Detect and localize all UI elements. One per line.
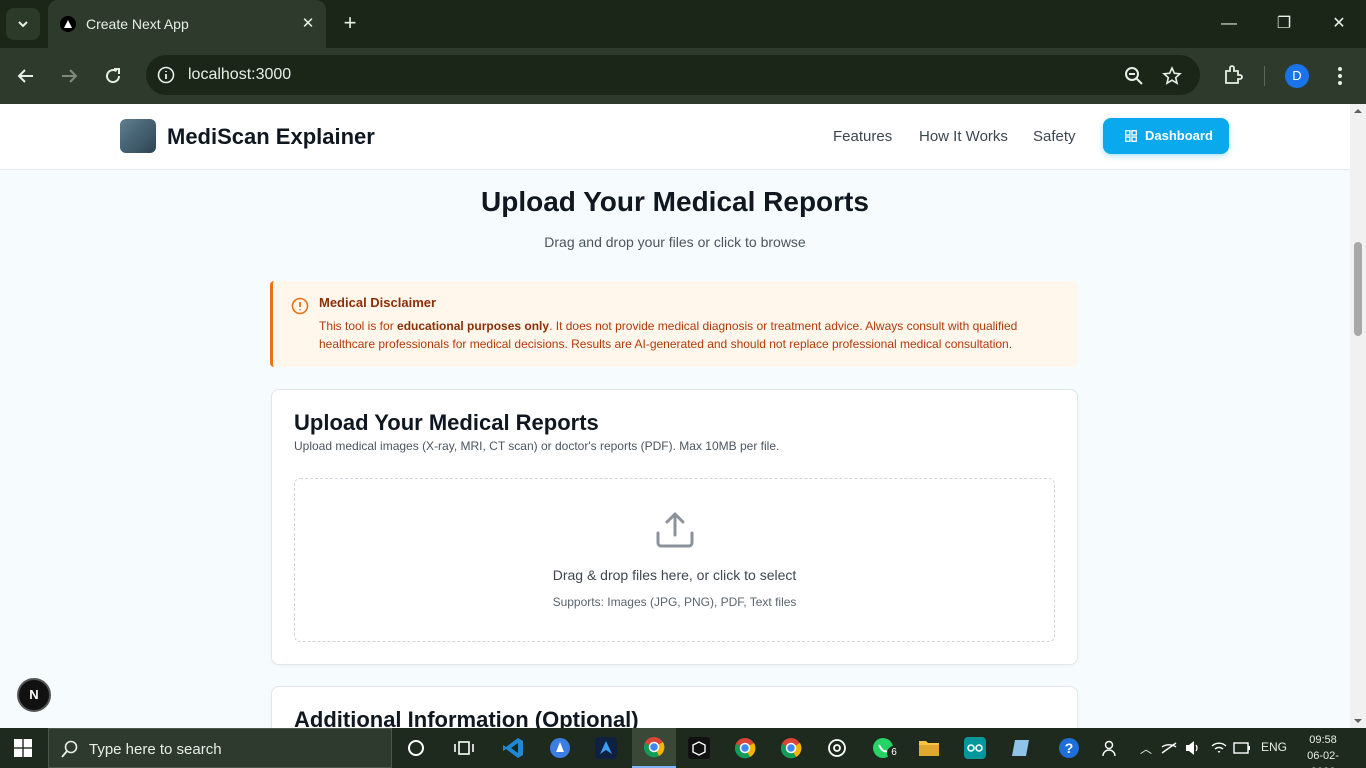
page-scrollbar[interactable]: [1350, 104, 1366, 728]
arrow-right-icon: [62, 69, 78, 83]
cortana-icon[interactable]: [402, 734, 430, 762]
notebook-app-icon[interactable]: [1007, 734, 1035, 762]
page-title: Upload Your Medical Reports: [481, 186, 869, 217]
reload-button[interactable]: [99, 62, 127, 90]
page-viewport: MediScan Explainer Features How It Works…: [0, 104, 1366, 728]
clock-time: 09:58: [1309, 734, 1337, 746]
site-header: MediScan Explainer Features How It Works…: [0, 104, 1350, 170]
chevron-down-icon: [18, 21, 28, 28]
disclaimer-text: This tool is for educational purposes on…: [319, 317, 1064, 353]
whatsapp-icon[interactable]: 6: [869, 734, 901, 762]
nav-link-features[interactable]: Features: [833, 128, 892, 145]
taskbar-clock[interactable]: 09:58 06-02-2026: [1296, 732, 1350, 768]
browser-toolbar: localhost:3000 D: [0, 48, 1366, 104]
close-tab-icon[interactable]: ✕: [298, 14, 318, 34]
vscode-icon[interactable]: [499, 734, 527, 762]
dropzone-main-text: Drag & drop files here, or click to sele…: [552, 567, 797, 583]
extensions-icon[interactable]: [1221, 63, 1245, 87]
url-text[interactable]: localhost:3000: [188, 66, 291, 84]
file-dropzone[interactable]: Drag & drop files here, or click to sele…: [294, 478, 1055, 642]
restore-button[interactable]: ❐: [1269, 12, 1299, 36]
svg-text:?: ?: [1065, 740, 1074, 756]
battery-icon[interactable]: [1231, 734, 1253, 762]
nav-link-safety[interactable]: Safety: [1033, 128, 1076, 145]
new-tab-button[interactable]: +: [338, 12, 362, 36]
disclaimer-text-bold: educational purposes only: [397, 319, 550, 333]
additional-info-card: Additional Information (Optional): [271, 686, 1078, 728]
search-icon: [61, 740, 78, 758]
wifi-icon[interactable]: [1208, 734, 1230, 762]
menu-kebab-icon[interactable]: [1328, 64, 1352, 88]
dashboard-button-label: Dashboard: [1145, 128, 1213, 143]
grid-icon: [1125, 130, 1137, 142]
arrow-left-icon: [17, 69, 33, 83]
help-icon[interactable]: ?: [1055, 734, 1083, 762]
medical-disclaimer: Medical Disclaimer This tool is for educ…: [270, 281, 1078, 367]
volume-icon[interactable]: [1182, 734, 1204, 762]
bookmark-star-icon[interactable]: [1160, 64, 1184, 88]
file-explorer-icon[interactable]: [915, 734, 943, 762]
upload-icon: [656, 512, 694, 548]
back-button[interactable]: [12, 62, 40, 90]
chrome-profile-m-icon[interactable]: [731, 734, 759, 762]
close-window-button[interactable]: ✕: [1324, 12, 1354, 36]
browser-tab[interactable]: Create Next App ✕: [48, 0, 326, 48]
upload-card-title: Upload Your Medical Reports: [294, 410, 599, 435]
tab-title: Create Next App: [86, 16, 189, 32]
chrome-profile-icon[interactable]: [777, 734, 805, 762]
language-indicator[interactable]: ENG: [1261, 740, 1287, 754]
logo-image[interactable]: [120, 119, 156, 153]
additional-info-title: Additional Information (Optional): [294, 707, 639, 728]
taskbar-search[interactable]: Type here to search: [48, 728, 392, 768]
zoom-icon[interactable]: [1122, 64, 1146, 88]
windows-start-icon[interactable]: [14, 739, 32, 757]
scroll-thumb[interactable]: [1354, 242, 1362, 336]
arduino-icon[interactable]: [961, 734, 989, 762]
chatgpt-icon[interactable]: [823, 734, 851, 762]
app-icon-blue-circle[interactable]: [546, 734, 574, 762]
disclaimer-title: Medical Disclaimer: [319, 295, 437, 310]
tray-chevron-icon[interactable]: ︿: [1140, 740, 1152, 757]
upload-card-description: Upload medical images (X-ray, MRI, CT sc…: [294, 439, 780, 453]
minimize-button[interactable]: —: [1214, 12, 1244, 36]
nextjs-favicon-icon: [60, 16, 76, 32]
chrome-active-icon[interactable]: [632, 728, 676, 768]
upload-card: Upload Your Medical Reports Upload medic…: [271, 389, 1078, 665]
brand-name[interactable]: MediScan Explainer: [167, 124, 375, 150]
site-info-icon[interactable]: [156, 65, 176, 85]
alert-circle-icon: [291, 297, 309, 315]
reload-icon: [106, 68, 121, 84]
browser-tabbar: Create Next App ✕ + — ❐ ✕: [0, 0, 1366, 48]
disclaimer-text-before: This tool is for: [319, 319, 398, 333]
cube-app-icon[interactable]: [685, 734, 713, 762]
arch-app-icon[interactable]: [592, 734, 620, 762]
windows-taskbar: Type here to search 6 ? ︿ ENG 09:58 06-0…: [0, 728, 1366, 768]
address-bar[interactable]: localhost:3000: [146, 55, 1200, 95]
nextjs-dev-badge[interactable]: N: [17, 678, 51, 712]
scroll-down-icon[interactable]: [1350, 716, 1366, 726]
search-placeholder: Type here to search: [89, 741, 222, 758]
forward-button[interactable]: [55, 62, 83, 90]
whatsapp-badge: 6: [887, 746, 901, 760]
people-icon[interactable]: [1097, 734, 1125, 762]
scroll-up-icon[interactable]: [1350, 106, 1366, 116]
profile-avatar[interactable]: D: [1285, 64, 1309, 88]
tab-search-button[interactable]: [6, 8, 40, 40]
clock-date: 06-02-2026: [1307, 750, 1339, 768]
nav-link-how-it-works[interactable]: How It Works: [919, 128, 1008, 145]
task-view-icon[interactable]: [450, 734, 478, 762]
toolbar-divider: [1264, 66, 1265, 86]
network-off-icon[interactable]: [1158, 734, 1180, 762]
dropzone-supported-text: Supports: Images (JPG, PNG), PDF, Text f…: [552, 595, 797, 609]
dashboard-button[interactable]: Dashboard: [1103, 118, 1229, 154]
page-subtitle: Drag and drop your files or click to bro…: [544, 234, 806, 250]
